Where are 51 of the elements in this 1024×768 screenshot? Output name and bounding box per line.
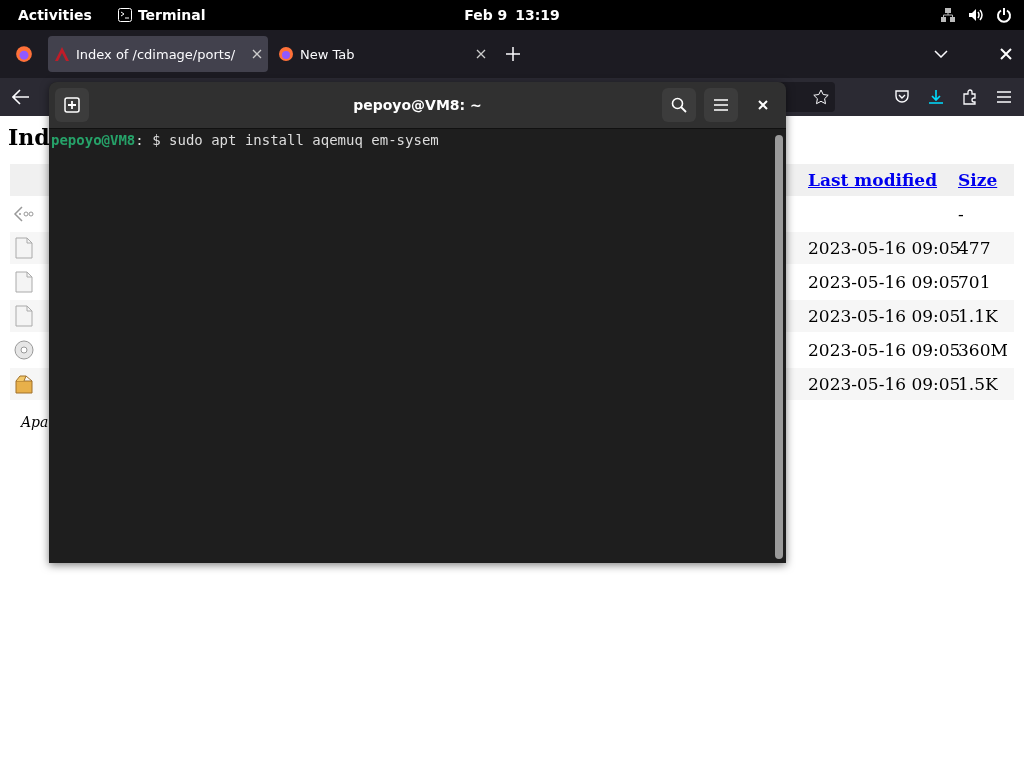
star-icon[interactable]: [813, 89, 829, 105]
time[interactable]: 13:19: [515, 7, 560, 23]
document-icon: [15, 305, 33, 327]
power-icon[interactable]: [996, 7, 1012, 23]
firefox-icon: [278, 46, 294, 62]
table-cell: 2023-05-16 09:05: [808, 374, 961, 394]
firefox-icon[interactable]: [15, 45, 33, 63]
table-cell: 1.1K: [958, 306, 998, 326]
menu-button[interactable]: [704, 88, 738, 122]
column-header-link[interactable]: Last modified: [808, 170, 938, 190]
new-tab-button[interactable]: [55, 88, 89, 122]
activities-button[interactable]: Activities: [18, 7, 92, 23]
pocket-icon[interactable]: [894, 89, 910, 105]
download-icon[interactable]: [928, 89, 944, 105]
document-icon: [15, 271, 33, 293]
terminal-icon: [117, 8, 132, 22]
app-menu[interactable]: Terminal: [137, 7, 206, 23]
server-signature: Apa: [21, 414, 50, 430]
close-icon[interactable]: [476, 49, 486, 59]
new-tab-icon[interactable]: [506, 47, 520, 61]
table-cell: 2023-05-16 09:05: [808, 306, 961, 326]
command-line: pepoyo@VM8: $ sudo apt install aqemuq em-sysem: [51, 131, 440, 150]
table-cell: 477: [958, 238, 991, 258]
disc-icon: [14, 340, 34, 360]
network-icon[interactable]: [940, 7, 956, 23]
table-cell: 360M: [958, 340, 1008, 360]
column-header-link[interactable]: Size: [958, 170, 998, 190]
search-button[interactable]: [662, 88, 696, 122]
back-arrow-icon: [13, 205, 35, 223]
search-icon: [671, 97, 687, 113]
browser-tab[interactable]: Index of /cdimage/ports/: [48, 36, 268, 72]
scrollbar[interactable]: [775, 135, 783, 559]
package-icon: [15, 374, 33, 394]
chevron-down-icon[interactable]: [934, 50, 948, 58]
plus-box-icon: [64, 97, 80, 113]
menu-icon[interactable]: [996, 90, 1012, 104]
table-cell: 1.5K: [958, 374, 998, 394]
date[interactable]: Feb 9: [464, 7, 508, 23]
table-cell: 701: [958, 272, 991, 292]
menu-icon: [713, 98, 729, 112]
page-heading: Ind: [8, 124, 50, 150]
close-icon[interactable]: [252, 49, 262, 59]
back-icon[interactable]: [12, 89, 30, 105]
table-cell: -: [958, 204, 964, 224]
puzzle-piece-icon[interactable]: [962, 89, 978, 105]
close-icon: [758, 100, 768, 110]
volume-icon[interactable]: [968, 7, 984, 23]
document-icon: [15, 237, 33, 259]
letter-a-logo-icon: [54, 46, 70, 62]
browser-tab[interactable]: New Tab: [272, 36, 492, 72]
window-title: pepoyo@VM8: ~: [353, 97, 482, 113]
